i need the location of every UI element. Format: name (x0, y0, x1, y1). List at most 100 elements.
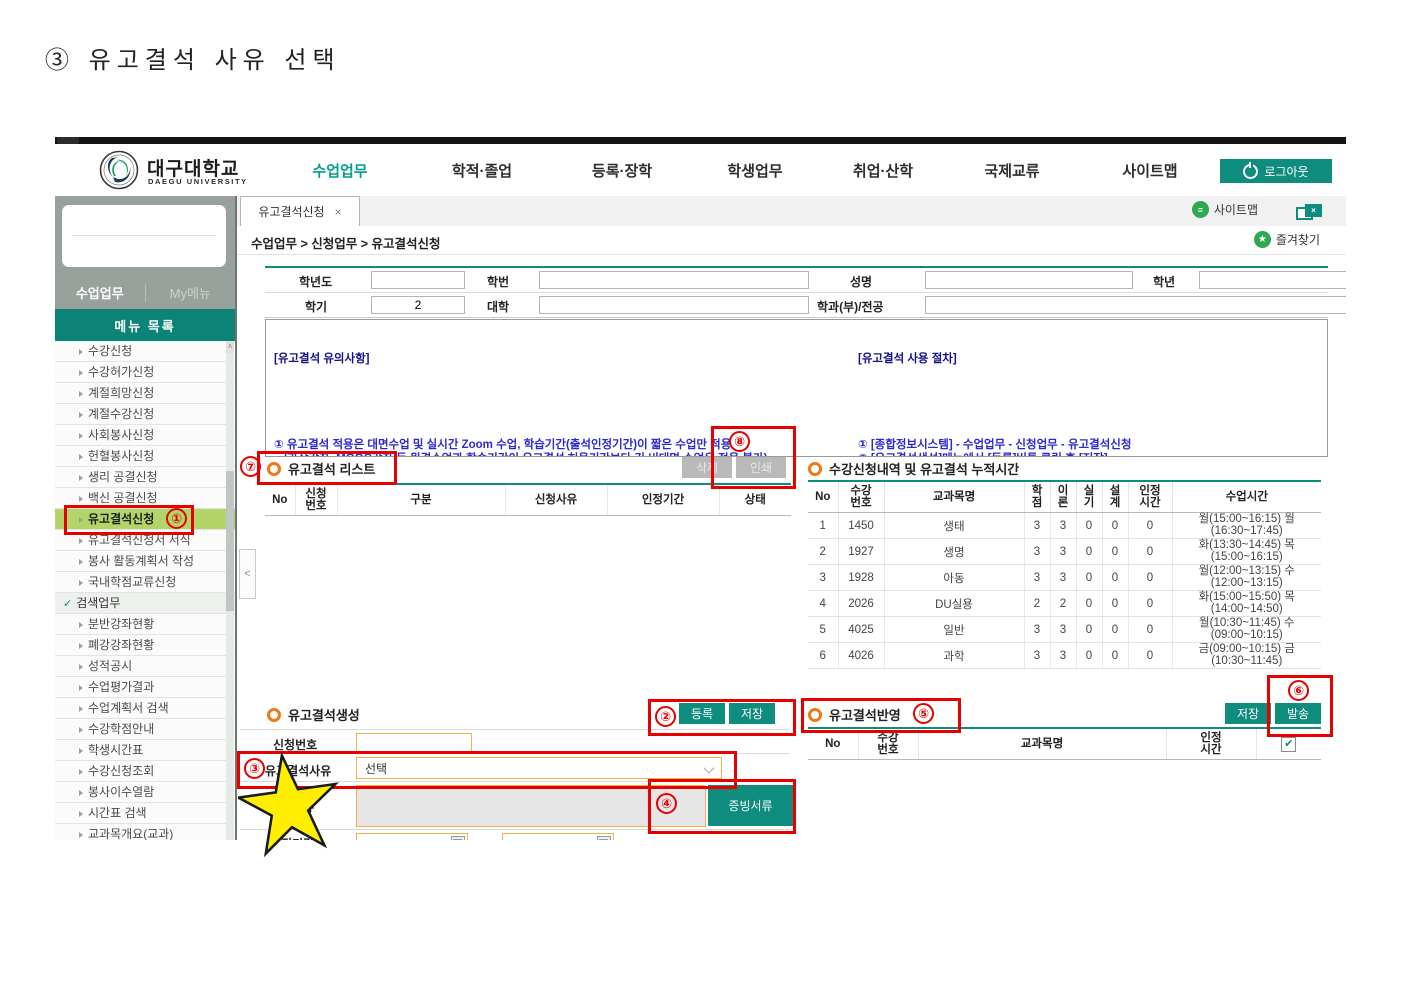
sidebar-tab-mymenu[interactable]: My메뉴 (146, 283, 236, 302)
col-design: 설 계 (1102, 482, 1128, 513)
print-button[interactable]: 인쇄 (736, 457, 786, 478)
nav-sitemap[interactable]: 사이트맵 (1122, 160, 1177, 181)
logout-button[interactable]: 로그아웃 (1220, 159, 1332, 183)
absence-list-title-label: 유고결석 리스트 (288, 459, 375, 478)
sidebar-menu-item[interactable]: 계절수강신청 (55, 404, 235, 425)
enrollment-row[interactable]: 21927생명 330 00화(13:30~14:45) 목(15:00~16:… (808, 539, 1321, 565)
sidebar-menu-item[interactable]: 수강허가신청 (55, 362, 235, 383)
sidebar-section-search[interactable]: ✓검색업무 (55, 593, 235, 614)
menu-arrow-icon (79, 412, 83, 418)
menu-arrow-icon (79, 664, 83, 670)
term-input[interactable] (371, 296, 465, 314)
sidebar-menu-item-label: 유고결석신청 (88, 512, 154, 526)
tab-close-icon[interactable]: × (335, 205, 342, 219)
sidebar-menu-item[interactable]: 수업계획서 검색 (55, 698, 235, 719)
nav-career-industry[interactable]: 취업·산학 (853, 160, 913, 181)
sidebar-menu-item[interactable]: 봉사이수열람 (55, 782, 235, 803)
sidebar-menu-item[interactable]: 봉사 활동계획서 작성 (55, 551, 235, 572)
sidebar-tab-classwork[interactable]: 수업업무 (55, 283, 145, 302)
dept-label: 학과(부)/전공 (817, 298, 884, 315)
menu-arrow-icon (79, 538, 83, 544)
absence-list-header-row: No 신청 번호 구분 신청사유 인정기간 상태 (265, 485, 791, 516)
student-id-input[interactable] (539, 271, 809, 289)
date-separator: ~ (480, 834, 487, 840)
sidebar-menu-item-label: 학생시간표 (88, 743, 143, 757)
sidebar-menu-item[interactable]: 수강신청조회 (55, 761, 235, 782)
enrollment-row[interactable]: 11450생태 330 00월(15:00~16:15) 월(16:30~17:… (808, 513, 1321, 539)
sidebar-scrollbar-thumb[interactable] (226, 471, 234, 611)
create-save-button[interactable]: 저장 (729, 703, 775, 724)
sidebar-scroll-up-button[interactable]: ∧ (226, 341, 234, 353)
college-label: 대학 (487, 298, 509, 315)
college-input[interactable] (539, 296, 809, 314)
period-end-input[interactable] (502, 833, 614, 840)
sidebar-menu-item-label: 봉사이수열람 (88, 785, 154, 799)
col-category: 구분 (337, 485, 505, 516)
calendar-icon[interactable] (597, 836, 611, 840)
apply-save-button[interactable]: 저장 (1225, 703, 1271, 724)
notice-line: ① [종합정보시스템] - 수업업무 - 신청업무 - 유고결석신청 (858, 438, 1320, 452)
sidebar-menu-item[interactable]: 생리 공결신청 (55, 467, 235, 488)
sidebar-menu-item[interactable]: 시간표 검색 (55, 803, 235, 824)
nav-international[interactable]: 국제교류 (984, 160, 1039, 181)
delete-button[interactable]: 삭제 (682, 457, 732, 478)
register-button[interactable]: 등록 (679, 703, 725, 724)
nav-student-affairs[interactable]: 학생업무 (727, 160, 782, 181)
sidebar-menu-item[interactable]: 폐강강좌현황 (55, 635, 235, 656)
reason-select[interactable]: 선택 (356, 757, 722, 779)
sidebar-menu-item-label: 수업평가결과 (88, 680, 154, 694)
sidebar-menu-item[interactable]: 수업평가결과 (55, 677, 235, 698)
power-icon (1243, 164, 1258, 179)
sidebar-menu-item-label: 수강신청조회 (88, 764, 154, 778)
sidebar-menu-item[interactable]: 국내학점교류신청 (55, 572, 235, 593)
enrollment-row[interactable]: 54025일반 330 00월(10:30~11:45) 수(09:00~10:… (808, 617, 1321, 643)
sidebar-collapse-handle[interactable]: < (239, 549, 256, 599)
sidebar-menu-item[interactable]: 사회봉사신청 (55, 425, 235, 446)
name-input[interactable] (925, 271, 1133, 289)
sidebar-menu-item[interactable]: 수강학점안내 (55, 719, 235, 740)
period-start-input[interactable] (356, 833, 468, 840)
app-no-input[interactable] (356, 733, 472, 753)
select-all-checkbox[interactable]: ✔ (1281, 737, 1296, 752)
nav-classwork[interactable]: 수업업무 (312, 160, 367, 181)
sidebar-menu-item[interactable]: 교과목개요(교과) (55, 824, 235, 840)
sidebar-menu-item[interactable]: 헌혈봉사신청 (55, 446, 235, 467)
sidebar-menu-item[interactable]: 유고결석신청서 서식 (55, 530, 235, 551)
menu-arrow-icon (79, 391, 83, 397)
sidebar-menu-item[interactable]: 학생시간표 (55, 740, 235, 761)
sidebar-menu-item[interactable]: 백신 공결신청 (55, 488, 235, 509)
close-all-windows-icon[interactable]: × (1296, 204, 1318, 218)
grade-input[interactable] (1199, 271, 1346, 289)
enrollment-row[interactable]: 64026과학 330 00금(09:00~10:15) 금(10:30~11:… (808, 643, 1321, 669)
university-name-en: DAEGU UNIVERSITY (148, 177, 248, 186)
sitemap-button[interactable]: ≡ 사이트맵 (1192, 201, 1258, 218)
sitemap-icon: ≡ (1192, 201, 1209, 218)
dept-input[interactable] (925, 296, 1346, 314)
breadcrumb: 수업업무 > 신청업무 > 유고결석신청 (251, 233, 441, 252)
attachment-button[interactable]: 증빙서류 (708, 785, 793, 826)
sidebar-menu-item-label: 헌혈봉사신청 (88, 449, 154, 463)
sidebar-info-box (62, 205, 226, 267)
sidebar-menu-bottom: 분반강좌현황 폐강강좌현황 성적공시 수업평가결과 수업계획서 검색 수강학점안… (55, 614, 235, 840)
apply-table: No 수강 번호 교과목명 인정 시간 ✔ (808, 729, 1321, 760)
nav-registration-scholarship[interactable]: 등록·장학 (592, 160, 652, 181)
year-input[interactable] (371, 271, 465, 289)
sidebar-menu-item-label: 성적공시 (88, 659, 132, 673)
sidebar-menu-item[interactable]: 계절희망신청 (55, 383, 235, 404)
enrollment-row[interactable]: 31928아동 330 00월(12:00~13:15) 수(12:00~13:… (808, 565, 1321, 591)
enrollment-row[interactable]: 42026DU실용 220 00화(15:00~15:50) 목(14:00~1… (808, 591, 1321, 617)
calendar-icon[interactable] (451, 836, 465, 840)
sidebar-menu-item[interactable]: 수강신청 (55, 341, 235, 362)
nav-records-graduation[interactable]: 학적·졸업 (452, 160, 512, 181)
tab-excused-absence[interactable]: 유고결석신청 × (240, 196, 360, 226)
menu-arrow-icon (79, 370, 83, 376)
sidebar-menu-item[interactable]: 분반강좌현황 (55, 614, 235, 635)
send-button[interactable]: 발송 (1275, 703, 1321, 724)
col-course-name: 교과목명 (884, 482, 1024, 513)
col-class-time: 수업시간 (1172, 482, 1321, 513)
sidebar-menu-item-label: 계절수강신청 (88, 407, 154, 421)
sidebar-menu-item[interactable]: 유고결석신청 (55, 509, 235, 530)
sidebar-menu-item[interactable]: 성적공시 (55, 656, 235, 677)
favorites-button[interactable]: ★ 즐겨찾기 (1254, 231, 1320, 248)
enrollment-title-label: 수강신청내역 및 유고결석 누적시간 (829, 459, 1019, 478)
